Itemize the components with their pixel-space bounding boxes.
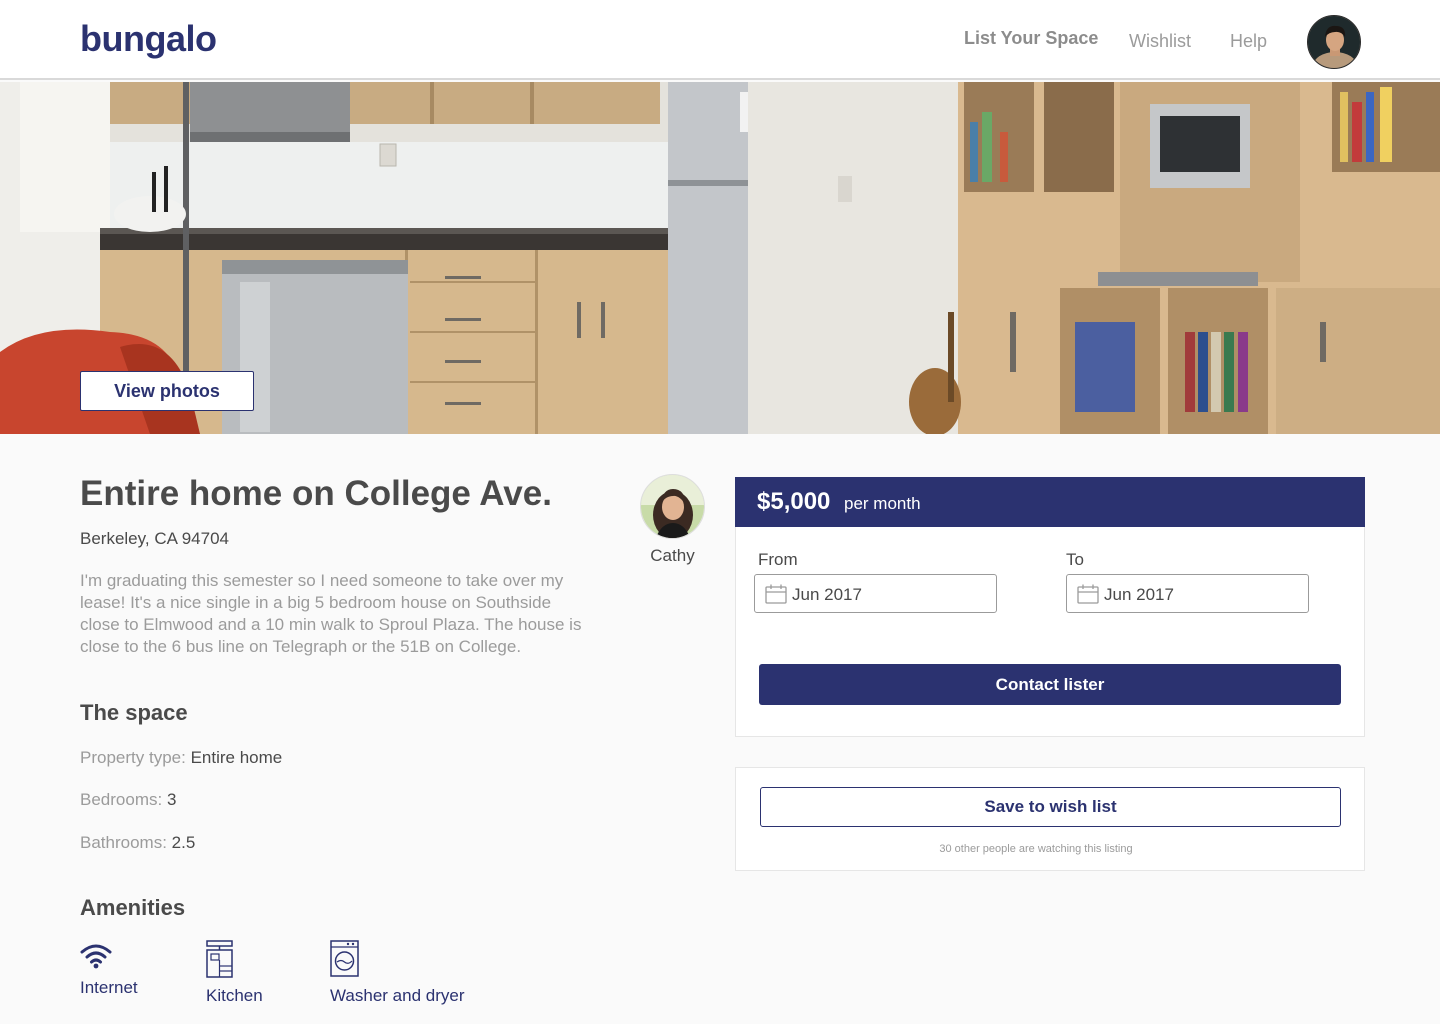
bedrooms-label: Bedrooms: xyxy=(80,790,163,809)
calendar-icon xyxy=(1077,584,1099,604)
host-name: Cathy xyxy=(650,546,695,565)
host-avatar[interactable] xyxy=(640,474,705,539)
save-to-wishlist-button[interactable]: Save to wish list xyxy=(760,787,1341,827)
bedrooms-row: Bedrooms: 3 xyxy=(80,790,176,810)
nav-help[interactable]: Help xyxy=(1230,31,1267,52)
from-date-value: Jun 2017 xyxy=(792,585,862,604)
amenity-label: Washer and dryer xyxy=(330,986,465,1005)
calendar-icon xyxy=(765,584,787,604)
from-label: From xyxy=(758,550,798,569)
booking-card: $5,000 per month From To Jun 2017 Jun 20… xyxy=(735,477,1365,737)
property-type-row: Property type: Entire home xyxy=(80,748,282,768)
top-nav-bar: bungalo List Your Space Wishlist Help xyxy=(0,0,1440,80)
price-amount: $5,000 xyxy=(757,488,831,515)
wishlist-card: Save to wish list 30 other people are wa… xyxy=(735,767,1365,871)
property-type-label: Property type: xyxy=(80,748,186,767)
nav-list-your-space[interactable]: List Your Space xyxy=(964,28,1098,49)
amenity-internet: Internet xyxy=(80,940,138,998)
amenity-label: Internet xyxy=(80,978,138,997)
listing-description: I'm graduating this semester so I need s… xyxy=(80,571,582,656)
price-header: $5,000 per month xyxy=(735,477,1365,527)
washer-icon xyxy=(330,940,359,977)
amenities-section-title: Amenities xyxy=(80,895,186,920)
amenity-washer-dryer: Washer and dryer xyxy=(330,940,464,1006)
amenity-kitchen: Kitchen xyxy=(206,940,263,1006)
listing-title: Entire home on College Ave. xyxy=(80,474,552,513)
bathrooms-label: Bathrooms: xyxy=(80,833,167,852)
space-section-title: The space xyxy=(80,700,188,725)
view-photos-button[interactable]: View photos xyxy=(80,371,254,411)
user-avatar[interactable] xyxy=(1307,15,1361,69)
kitchen-icon xyxy=(206,940,233,978)
to-date-picker[interactable]: Jun 2017 xyxy=(1066,574,1309,613)
wifi-icon xyxy=(80,944,112,969)
to-date-value: Jun 2017 xyxy=(1104,585,1174,604)
contact-lister-button[interactable]: Contact lister xyxy=(759,664,1341,705)
amenity-label: Kitchen xyxy=(206,986,263,1005)
from-date-picker[interactable]: Jun 2017 xyxy=(754,574,997,613)
listing-location: Berkeley, CA 94704 xyxy=(80,529,229,548)
bedrooms-value: 3 xyxy=(166,790,177,809)
bathrooms-value: 2.5 xyxy=(171,833,196,852)
bathrooms-row: Bathrooms: 2.5 xyxy=(80,833,195,853)
property-type-value: Entire home xyxy=(190,748,283,767)
watching-note: 30 other people are watching this listin… xyxy=(939,843,1133,855)
to-label: To xyxy=(1066,550,1084,569)
logo[interactable]: bungalo xyxy=(80,18,217,60)
hero-photo[interactable]: View photos xyxy=(0,82,1440,434)
price-unit: per month xyxy=(844,494,921,513)
nav-wishlist[interactable]: Wishlist xyxy=(1129,31,1191,52)
